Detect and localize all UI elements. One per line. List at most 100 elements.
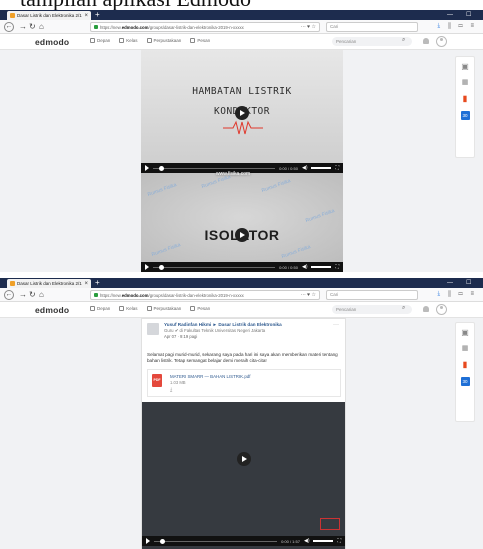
forward-arrow-icon[interactable]: →	[19, 290, 27, 300]
screenshot-video-view: Dasar Listrik dan Elektronika 2/1 × + — …	[0, 10, 483, 272]
seek-bar[interactable]	[154, 538, 278, 544]
video-controls[interactable]: 0:00 / 1:57 ◀) ⛶	[142, 536, 345, 546]
home-icon[interactable]: ⌂	[39, 22, 44, 32]
volume-slider[interactable]	[313, 540, 334, 542]
toolbar-icons[interactable]: ⤓ ⫼ ▭ ≡	[438, 291, 477, 298]
screenshot-post-view: Dasar Listrik dan Elektronika 2/1 × + — …	[0, 278, 483, 549]
volume-slider[interactable]	[311, 266, 332, 268]
browser-tab[interactable]: Dasar Listrik dan Elektronika 2/1 ×	[7, 11, 91, 20]
site-watermark: www.fisika.com	[216, 171, 251, 177]
minimize-icon[interactable]: —	[447, 279, 453, 287]
maximize-icon[interactable]: ☐	[466, 11, 471, 19]
toolbar-icons[interactable]: ⤓ ⫼ ▭ ≡	[438, 23, 477, 30]
tab-close-icon[interactable]: ×	[84, 281, 88, 287]
browser-search-input[interactable]: Cari	[326, 290, 418, 300]
search-icon[interactable]: ⌕	[402, 37, 405, 44]
edmodo-logo[interactable]: edmodo	[35, 37, 69, 47]
nav-messages[interactable]: Pesan	[190, 306, 210, 311]
nav-classes[interactable]: Kelas	[119, 306, 138, 311]
library-nav-icon	[146, 306, 152, 311]
reload-icon[interactable]: ↻	[29, 290, 36, 300]
author-avatar[interactable]	[147, 323, 159, 335]
apps-grid-icon[interactable]: ▦	[461, 79, 469, 87]
seek-handle	[159, 264, 164, 270]
edmodo-favicon-icon	[10, 13, 15, 18]
edmodo-nav: Depan Kelas Perpustakaan Pesan	[90, 306, 210, 311]
volume-icon[interactable]: ◀)	[304, 538, 310, 544]
volume-slider[interactable]	[311, 167, 332, 169]
side-rail: ▣ ▦ ▮ 30	[455, 322, 475, 422]
nav-messages[interactable]: Pesan	[190, 38, 210, 43]
browser-tab[interactable]: Dasar Listrik dan Elektronika 2/1 ×	[7, 279, 91, 288]
attachment-card[interactable]: PDF MATERI SMARR — BAHAN LISTRIK.pdf 1.0…	[147, 369, 341, 397]
fullscreen-icon[interactable]: ⛶	[335, 264, 339, 270]
avatar-icon[interactable]	[436, 304, 447, 315]
fullscreen-icon[interactable]: ⛶	[335, 165, 339, 171]
resistor-wave-icon	[223, 120, 263, 135]
volume-icon[interactable]: ◀)	[302, 165, 308, 171]
browser-search-input[interactable]: Cari	[326, 22, 418, 32]
minimize-icon[interactable]: —	[447, 11, 453, 19]
url-bar[interactable]: https://new.edmodo.com/groups/dasar-list…	[90, 22, 320, 32]
edmodo-favicon-icon	[10, 281, 15, 286]
video-controls[interactable]: 0:00 / 0:50 ◀) ⛶	[141, 262, 343, 272]
nav-library[interactable]: Perpustakaan	[146, 38, 181, 43]
nav-library[interactable]: Perpustakaan	[146, 306, 181, 311]
classes-nav-icon	[119, 306, 125, 311]
edmodo-logo[interactable]: edmodo	[35, 305, 69, 315]
calendar-icon[interactable]: 30	[460, 111, 470, 120]
maximize-icon[interactable]: ☐	[466, 279, 471, 287]
forward-arrow-icon[interactable]: →	[19, 22, 27, 32]
play-icon[interactable]	[237, 452, 251, 466]
apps-grid-icon[interactable]: ▦	[461, 345, 469, 353]
play-button-icon[interactable]	[145, 165, 149, 171]
page-actions-icon[interactable]: ··· ♥ ☆	[301, 24, 316, 30]
back-arrow-icon[interactable]: ←	[4, 290, 14, 300]
back-arrow-icon[interactable]: ←	[4, 22, 14, 32]
video-player[interactable]: HAMBATAN LISTRIK KONDUKTOR 0:00 / 0:50 ◀…	[141, 50, 343, 272]
attachment-name[interactable]: MATERI SMARR — BAHAN LISTRIK.pdf	[170, 374, 250, 379]
nav-home[interactable]: Depan	[90, 306, 110, 311]
search-icon[interactable]: ⌕	[402, 305, 405, 312]
office-icon[interactable]: ▮	[461, 361, 469, 369]
volume-icon[interactable]: ◀)	[302, 264, 308, 270]
edmodo-search-input[interactable]: Pencarian	[332, 305, 412, 314]
video-time: 0:00 / 0:50	[279, 165, 298, 171]
seek-bar[interactable]	[153, 165, 276, 171]
watermark: Rumus Fisika	[280, 243, 312, 261]
play-button-icon[interactable]	[145, 264, 149, 270]
notification-bell-icon[interactable]	[423, 38, 429, 44]
post-card: Yusuf Radinfan Hikmi ► Dasar Listrik dan…	[141, 318, 346, 549]
nav-home[interactable]: Depan	[90, 38, 110, 43]
play-icon[interactable]	[235, 228, 249, 242]
seek-bar[interactable]	[153, 264, 276, 270]
tab-close-icon[interactable]: ×	[84, 13, 88, 19]
office-icon[interactable]: ▮	[461, 95, 469, 103]
backpack-icon[interactable]: ▣	[461, 329, 469, 337]
video-player[interactable]: 0:00 / 1:57 ◀) ⛶	[142, 402, 345, 549]
fullscreen-icon[interactable]: ⛶	[337, 538, 341, 544]
play-icon[interactable]	[235, 106, 249, 120]
seek-handle	[160, 538, 165, 544]
notification-bell-icon[interactable]	[423, 306, 429, 312]
more-options-icon[interactable]: ···	[333, 322, 339, 328]
page-actions-icon[interactable]: ··· ♥ ☆	[301, 292, 316, 298]
edmodo-search-input[interactable]: Pencarian	[332, 37, 412, 46]
home-icon[interactable]: ⌂	[39, 290, 44, 300]
pdf-icon: PDF	[152, 374, 162, 387]
play-button-icon[interactable]	[146, 538, 150, 544]
new-tab-button[interactable]: +	[95, 279, 100, 287]
reload-icon[interactable]: ↻	[29, 22, 36, 32]
new-tab-button[interactable]: +	[95, 11, 100, 19]
post-timestamp: Apr 07 · 9:19 pagi	[164, 334, 198, 339]
download-icon[interactable]: ⤓	[170, 387, 172, 393]
tab-title: Dasar Listrik dan Elektronika 2/1	[17, 281, 82, 286]
video-time: 0:00 / 1:57	[281, 538, 300, 544]
nav-classes[interactable]: Kelas	[119, 38, 138, 43]
url-bar[interactable]: https://new.edmodo.com/groups/dasar-list…	[90, 290, 320, 300]
calendar-icon[interactable]: 30	[460, 377, 470, 386]
backpack-icon[interactable]: ▣	[461, 63, 469, 71]
watermark: Rumus Fisika	[146, 181, 178, 199]
messages-nav-icon	[190, 306, 196, 311]
avatar-icon[interactable]	[436, 36, 447, 47]
